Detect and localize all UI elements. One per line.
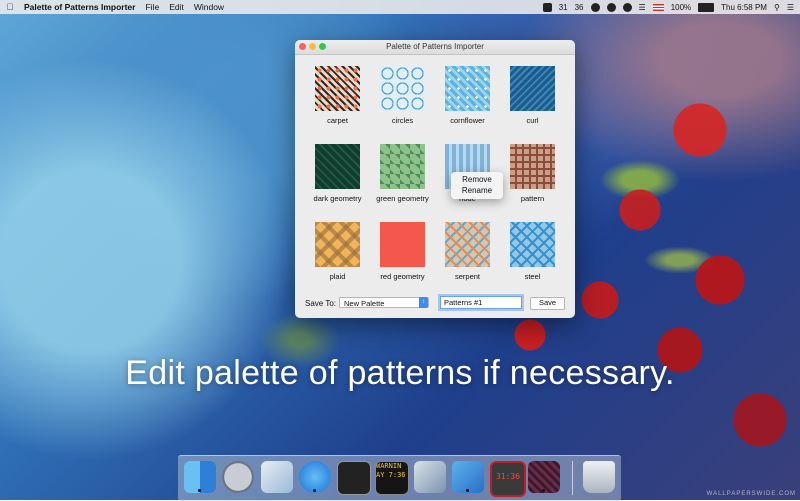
alarm-clock-icon[interactable]: 31:36: [490, 461, 526, 497]
pattern-swatch[interactable]: [380, 222, 425, 267]
save-bar: Save To: New Palette ↕ Patterns #1 Save: [305, 296, 567, 310]
sync-icon[interactable]: [606, 2, 616, 12]
pattern-label: pattern: [520, 194, 545, 203]
palette-name-field[interactable]: Patterns #1: [440, 296, 522, 309]
palette-importer-icon[interactable]: [528, 461, 560, 493]
dock-separator: [572, 461, 573, 495]
context-rename[interactable]: Rename: [451, 185, 503, 196]
app-store-icon[interactable]: [299, 461, 331, 493]
pattern-label: serpent: [454, 272, 481, 281]
launchpad-icon[interactable]: [222, 461, 254, 493]
pattern-swatch[interactable]: [445, 222, 490, 267]
pattern-label: plaid: [329, 272, 346, 281]
window-titlebar[interactable]: Palette of Patterns Importer: [295, 40, 575, 55]
pattern-label: green geometry: [376, 194, 429, 203]
pattern-grid: carpet circles cornflower curl dark geom…: [305, 61, 565, 301]
pattern-item[interactable]: serpent: [435, 217, 500, 295]
pattern-item[interactable]: curl: [500, 61, 565, 139]
pattern-swatch[interactable]: [445, 66, 490, 111]
preview-icon[interactable]: [414, 461, 446, 493]
menu-bar:  Palette of Patterns Importer File Edit…: [0, 0, 800, 14]
menubar-clock[interactable]: Thu 6:58 PM: [721, 3, 767, 12]
battery-icon[interactable]: [698, 2, 715, 12]
pattern-item[interactable]: circles: [370, 61, 435, 139]
pattern-label: cornflower: [450, 116, 485, 125]
pattern-item[interactable]: cornflower: [435, 61, 500, 139]
pattern-swatch[interactable]: [315, 222, 360, 267]
pattern-swatch[interactable]: [510, 222, 555, 267]
pattern-item[interactable]: green geometry: [370, 139, 435, 217]
pattern-label: circles: [391, 116, 414, 125]
clock-icon[interactable]: [590, 2, 600, 12]
spotlight-icon[interactable]: ⚲: [774, 3, 780, 12]
notification-center-icon[interactable]: ☰: [787, 3, 794, 12]
pattern-swatch[interactable]: [510, 66, 555, 111]
menu-edit[interactable]: Edit: [169, 2, 184, 12]
finder-icon[interactable]: [184, 461, 216, 493]
pattern-item[interactable]: red geometry: [370, 217, 435, 295]
pattern-item[interactable]: steel: [500, 217, 565, 295]
promo-caption: Edit palette of patterns if necessary.: [125, 354, 675, 392]
running-indicator: [313, 489, 316, 492]
pattern-label: steel: [524, 272, 541, 281]
importer-window: Palette of Patterns Importer carpet circ…: [295, 40, 575, 318]
status-number-2[interactable]: 36: [575, 3, 584, 12]
pattern-label: carpet: [327, 116, 348, 125]
menu-window[interactable]: Window: [194, 2, 224, 12]
mail-icon[interactable]: [261, 461, 293, 493]
pattern-label: dark geometry: [313, 194, 362, 203]
save-button[interactable]: Save: [530, 297, 565, 310]
menu-file[interactable]: File: [145, 2, 159, 12]
console-icon[interactable]: WARNIN AY 7:36: [375, 461, 409, 495]
running-indicator: [198, 489, 201, 492]
bluetooth-icon[interactable]: [622, 2, 632, 12]
pattern-label: curl: [526, 116, 539, 125]
status-area: 31 36 ☰ 100% Thu 6:58 PM ⚲ ☰: [542, 0, 794, 14]
terminal-icon[interactable]: [337, 461, 371, 495]
palette-select-value: New Palette: [344, 299, 385, 308]
trash-icon[interactable]: [583, 461, 615, 493]
chevron-updown-icon: ↕: [419, 297, 428, 308]
pattern-label: red geometry: [380, 272, 425, 281]
context-remove[interactable]: Remove: [451, 174, 503, 185]
xcode-icon[interactable]: [452, 461, 484, 493]
pattern-swatch[interactable]: [510, 144, 555, 189]
context-menu: Remove Rename: [451, 172, 503, 199]
status-number-1[interactable]: 31: [559, 3, 568, 12]
pattern-swatch[interactable]: [315, 66, 360, 111]
dropbox-icon[interactable]: [542, 2, 552, 12]
pattern-swatch[interactable]: [380, 144, 425, 189]
pattern-item[interactable]: pattern: [500, 139, 565, 217]
palette-select[interactable]: New Palette ↕: [339, 297, 429, 308]
pattern-item[interactable]: dark geometry: [305, 139, 370, 217]
apple-icon[interactable]: : [0, 2, 20, 12]
save-to-label: Save To:: [305, 299, 336, 308]
watermark: WALLPAPERSWIDE.COM: [706, 491, 796, 497]
pattern-swatch[interactable]: [315, 144, 360, 189]
running-indicator: [466, 489, 469, 492]
dock: WARNIN AY 7:36 31:36: [178, 455, 621, 501]
running-indicator: [542, 489, 545, 492]
app-menu[interactable]: Palette of Patterns Importer: [24, 2, 135, 12]
battery-percent[interactable]: 100%: [671, 3, 691, 12]
pattern-item[interactable]: carpet: [305, 61, 370, 139]
window-title: Palette of Patterns Importer: [386, 42, 484, 51]
pattern-item[interactable]: plaid: [305, 217, 370, 295]
pattern-swatch[interactable]: [380, 66, 425, 111]
flag-icon[interactable]: [652, 3, 664, 11]
wifi-icon[interactable]: ☰: [639, 3, 646, 12]
